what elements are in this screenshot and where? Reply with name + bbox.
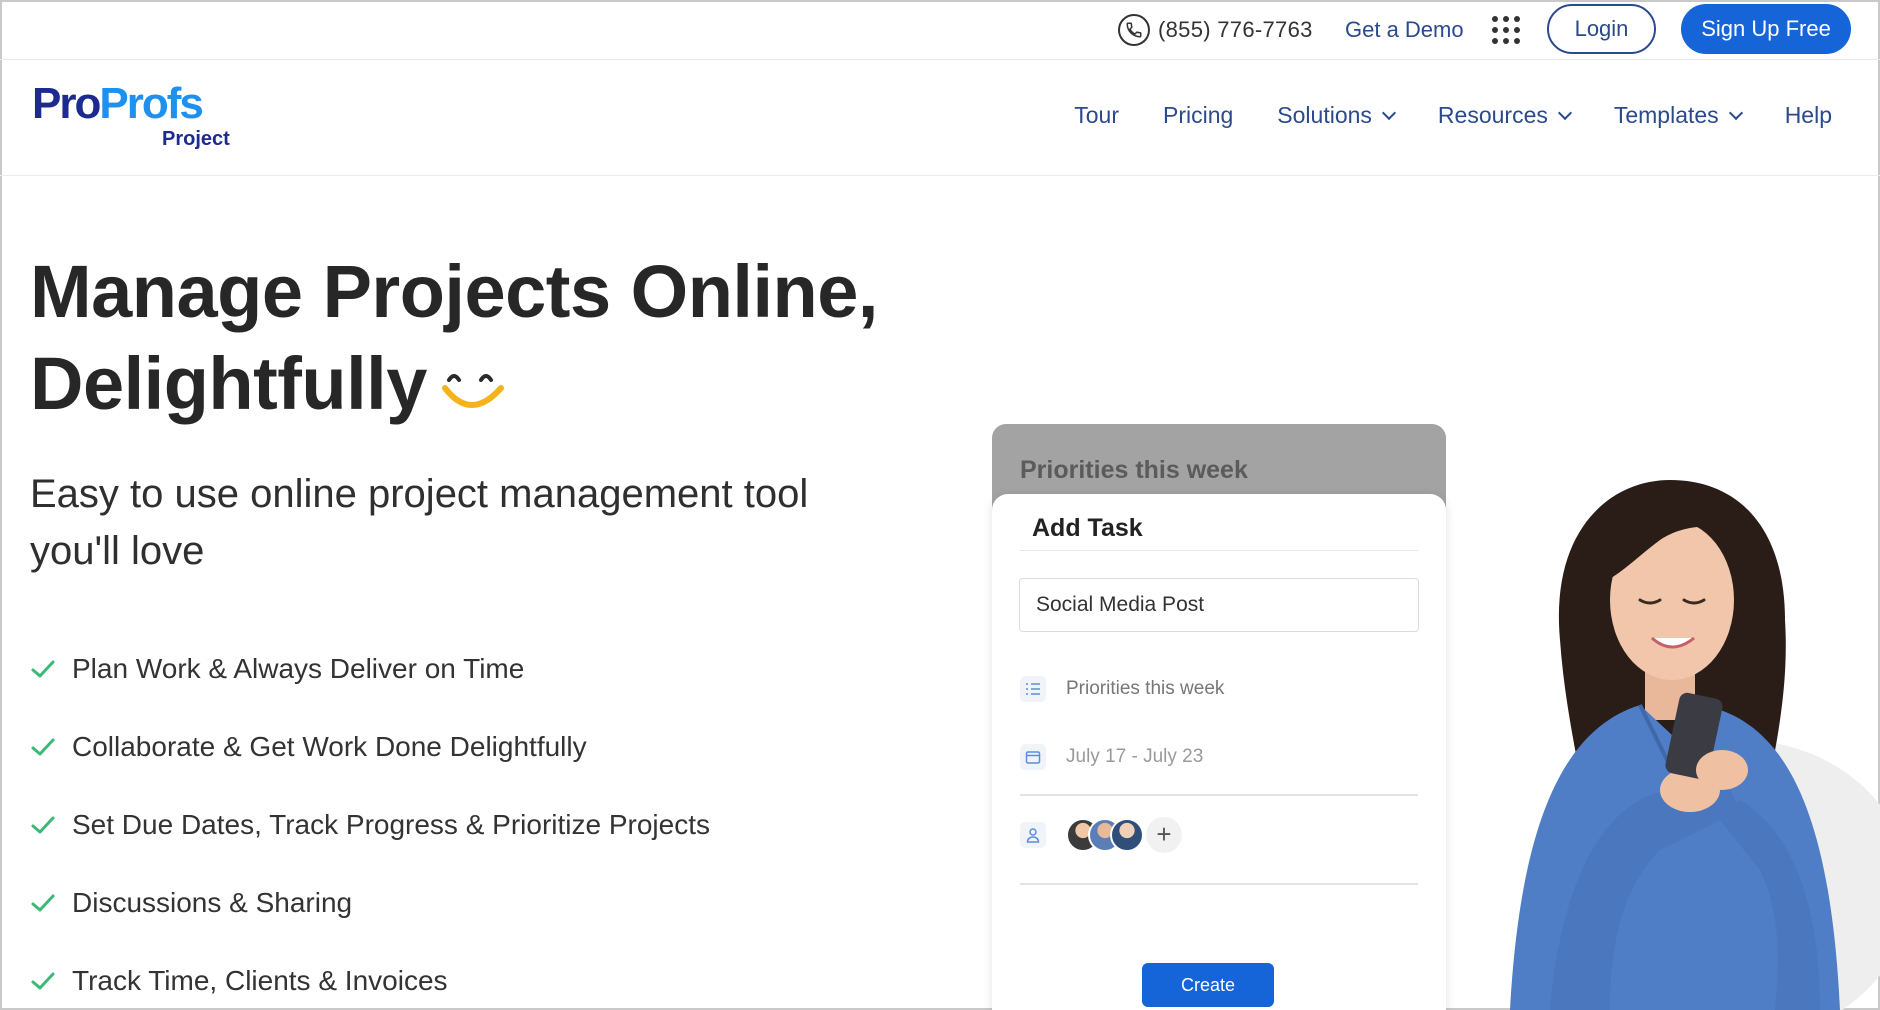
feature-item: Track Time, Clients & Invoices: [30, 942, 710, 1010]
hero-title-line2: Delightfully: [30, 342, 427, 425]
main-navbar: ProProfs Project Tour Pricing Solutions …: [0, 60, 1880, 176]
check-icon: [31, 972, 55, 990]
phone-number: (855) 776-7763: [1158, 17, 1313, 42]
primary-nav: Tour Pricing Solutions Resources Templat…: [1030, 102, 1832, 129]
feature-text: Collaborate & Get Work Done Delightfully: [72, 731, 587, 762]
hero-title-line1: Manage Projects Online,: [30, 250, 878, 333]
check-icon: [31, 816, 55, 834]
feature-item: Collaborate & Get Work Done Delightfully: [30, 708, 710, 786]
add-task-card: Add Task Priorities this week July 17 - …: [992, 494, 1446, 1010]
check-icon: [31, 894, 55, 912]
divider: [1020, 550, 1418, 551]
add-task-title: Add Task: [1032, 514, 1143, 542]
task-name-input[interactable]: [1019, 578, 1419, 632]
task-date-range: July 17 - July 23: [1066, 746, 1204, 767]
smile-icon: [441, 374, 504, 409]
avatar[interactable]: [1110, 818, 1144, 852]
create-task-button[interactable]: Create: [1142, 963, 1274, 1007]
task-date-row[interactable]: July 17 - July 23: [1020, 744, 1203, 770]
feature-text: Track Time, Clients & Invoices: [72, 965, 448, 996]
nav-item-solutions[interactable]: Solutions: [1277, 102, 1396, 129]
phone-contact[interactable]: (855) 776-7763: [1118, 14, 1313, 46]
nav-item-templates[interactable]: Templates: [1613, 102, 1743, 129]
hero-subtitle: Easy to use online project management to…: [30, 472, 809, 573]
check-icon: [31, 660, 55, 678]
get-demo-link[interactable]: Get a Demo: [1345, 17, 1464, 43]
list-icon: [1020, 676, 1046, 702]
feature-item: Plan Work & Always Deliver on Time: [30, 630, 710, 708]
utility-bar: (855) 776-7763 Get a Demo Login Sign Up …: [0, 0, 1880, 60]
login-button[interactable]: Login: [1547, 4, 1656, 54]
logo-pro-text: Pro: [32, 79, 101, 128]
nav-item-pricing[interactable]: Pricing: [1163, 102, 1233, 129]
task-list-row[interactable]: Priorities this week: [1020, 676, 1224, 702]
nav-item-label: Tour: [1074, 102, 1119, 128]
nav-item-label: Resources: [1437, 102, 1548, 128]
feature-text: Plan Work & Always Deliver on Time: [72, 653, 525, 684]
feature-item: Set Due Dates, Track Progress & Prioriti…: [30, 786, 710, 864]
task-list-name: Priorities this week: [1066, 678, 1225, 699]
feature-text: Set Due Dates, Track Progress & Prioriti…: [72, 809, 710, 840]
nav-item-tour[interactable]: Tour: [1074, 102, 1119, 129]
chevron-down-icon: [1381, 105, 1396, 121]
logo-profs-text: Profs: [99, 79, 203, 128]
divider: [1020, 883, 1418, 885]
add-member-icon[interactable]: +: [1146, 817, 1182, 853]
priorities-card-title: Priorities this week: [1020, 456, 1248, 484]
nav-item-label: Templates: [1613, 102, 1719, 128]
feature-list: Plan Work & Always Deliver on Time Colla…: [30, 630, 710, 1010]
check-icon: [31, 738, 55, 756]
woman-with-phone-image: [1510, 480, 1880, 1010]
phone-icon: [1118, 14, 1150, 46]
divider: [1020, 794, 1418, 796]
feature-item: Discussions & Sharing: [30, 864, 710, 942]
task-members-row: +: [1020, 817, 1182, 853]
feature-text: Discussions & Sharing: [72, 887, 353, 918]
logo-project-text: Project: [162, 128, 230, 150]
member-avatars: +: [1066, 817, 1182, 853]
user-icon: [1020, 822, 1046, 848]
apps-grid-icon[interactable]: [1492, 16, 1520, 44]
nav-item-label: Pricing: [1162, 102, 1234, 128]
proprofs-project-logo[interactable]: ProProfs Project: [32, 79, 230, 151]
nav-item-label: Help: [1784, 102, 1832, 128]
nav-item-help[interactable]: Help: [1785, 102, 1832, 129]
hero-title: Manage Projects Online, Delightfully: [30, 246, 878, 430]
sign-up-button[interactable]: Sign Up Free: [1681, 4, 1851, 54]
nav-item-resources[interactable]: Resources: [1437, 102, 1572, 129]
chevron-down-icon: [1557, 105, 1572, 121]
chevron-down-icon: [1728, 105, 1743, 121]
nav-item-label: Solutions: [1277, 102, 1372, 128]
calendar-icon: [1020, 744, 1046, 770]
